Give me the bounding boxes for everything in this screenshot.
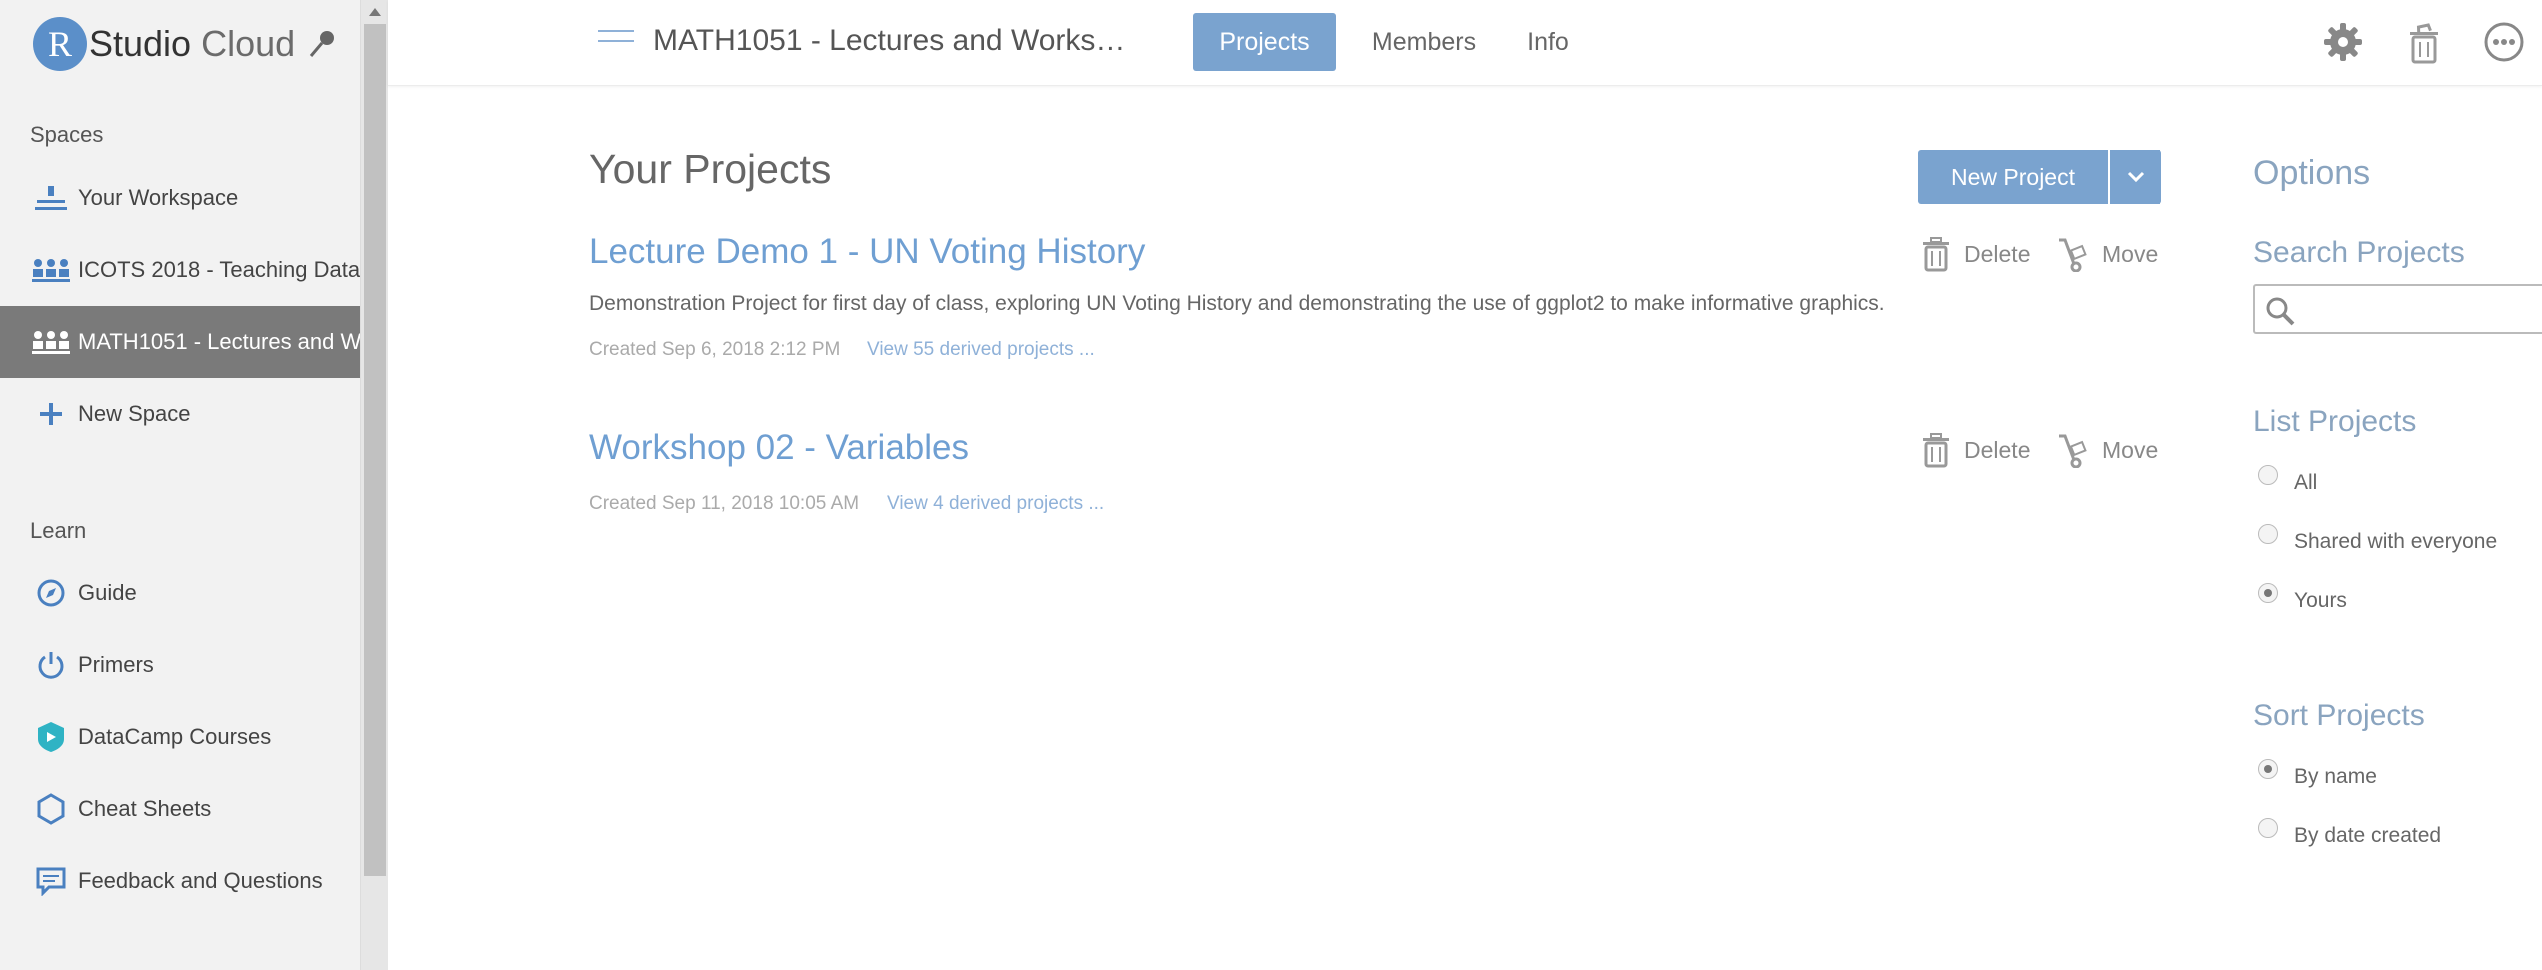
- radio-label: By name: [2294, 765, 2377, 788]
- plus-icon: [31, 394, 71, 434]
- menu-icon[interactable]: [598, 30, 634, 54]
- workspace-icon: [31, 178, 71, 218]
- radio-label: Yours: [2294, 589, 2347, 612]
- sidebar-item-label: Guide: [78, 580, 137, 605]
- tab-info[interactable]: Info: [1512, 13, 1584, 71]
- radio-button[interactable]: [2258, 524, 2278, 544]
- move-project-button[interactable]: Move: [2056, 432, 2158, 468]
- search-icon: [2266, 297, 2295, 326]
- delete-label: Delete: [1964, 436, 2031, 463]
- compass-icon: [31, 573, 71, 613]
- move-project-button[interactable]: Move: [2056, 236, 2158, 272]
- sidebar-item-label: New Space: [78, 401, 191, 426]
- sidebar-item-new-space[interactable]: New Space: [0, 378, 360, 450]
- list-all-radio[interactable]: All: [2258, 465, 2318, 498]
- sidebar-item-primers[interactable]: Primers: [0, 629, 360, 701]
- learn-title: Learn: [30, 518, 87, 543]
- project-title[interactable]: Workshop 02 - Variables: [589, 428, 969, 468]
- sidebar-item-your-workspace[interactable]: Your Workspace: [0, 162, 360, 234]
- people-icon: [31, 322, 71, 362]
- radio-button[interactable]: [2258, 465, 2278, 485]
- power-icon: [31, 645, 71, 685]
- sidebar: R Studio Cloud Spaces Your Workspace ICOT…: [0, 0, 360, 970]
- chevron-down-icon: [2127, 171, 2144, 183]
- r-logo-icon: R: [33, 17, 87, 71]
- sidebar-item-guide[interactable]: Guide: [0, 557, 360, 629]
- trash-icon[interactable]: [2402, 20, 2446, 64]
- pin-icon[interactable]: [305, 26, 341, 62]
- move-label: Move: [2102, 436, 2159, 463]
- trash-icon: [1923, 433, 1949, 468]
- hand-truck-icon: [2059, 238, 2087, 272]
- sidebar-scrollbar[interactable]: [360, 0, 388, 970]
- hand-truck-icon: [2059, 434, 2087, 468]
- move-label: Move: [2102, 240, 2159, 267]
- project-title[interactable]: Lecture Demo 1 - UN Voting History: [589, 232, 1145, 272]
- radio-button[interactable]: [2258, 818, 2278, 838]
- list-projects-title: List Projects: [2253, 405, 2417, 438]
- project-created-date: Created Sep 6, 2018 2:12 PM: [589, 339, 841, 360]
- top-header: MATH1051 - Lectures and Works… Projects …: [388, 0, 2542, 86]
- delete-label: Delete: [1964, 240, 2031, 267]
- sidebar-item-icots-2018[interactable]: ICOTS 2018 - Teaching Data Science: [0, 234, 360, 306]
- gear-icon[interactable]: [2321, 20, 2365, 64]
- radio-button[interactable]: [2258, 759, 2278, 779]
- delete-project-button[interactable]: Delete: [1918, 236, 2030, 272]
- rstudio-cloud-logo[interactable]: R Studio Cloud: [33, 16, 295, 72]
- people-icon: [31, 250, 71, 290]
- sidebar-item-label: Primers: [78, 652, 154, 677]
- radio-button[interactable]: [2258, 583, 2278, 603]
- more-options-icon[interactable]: [2482, 20, 2526, 64]
- derived-projects-link[interactable]: View 55 derived projects ...: [867, 339, 1095, 361]
- sidebar-item-label: MATH1051 - Lectures and Workshops: [78, 329, 360, 354]
- radio-label: Shared with everyone: [2294, 530, 2498, 553]
- spaces-title: Spaces: [30, 122, 104, 147]
- new-project-dropdown-button[interactable]: [2108, 150, 2161, 204]
- search-projects-title: Search Projects: [2253, 236, 2465, 269]
- project-description: Demonstration Project for first day of c…: [589, 292, 1885, 315]
- chat-icon: [31, 861, 71, 901]
- list-shared-radio[interactable]: Shared with everyone: [2258, 524, 2498, 557]
- tab-projects[interactable]: Projects: [1193, 13, 1336, 71]
- sort-by-name-radio[interactable]: By name: [2258, 759, 2377, 792]
- delete-project-button[interactable]: Delete: [1918, 432, 2030, 468]
- sidebar-item-math1051[interactable]: MATH1051 - Lectures and Workshops: [0, 306, 360, 378]
- sort-by-date-radio[interactable]: By date created: [2258, 818, 2442, 851]
- sidebar-item-label: ICOTS 2018 - Teaching Data Science: [78, 257, 360, 282]
- datacamp-icon: [31, 717, 71, 757]
- sidebar-item-cheat-sheets[interactable]: Cheat Sheets: [0, 773, 360, 845]
- scrollbar-thumb[interactable]: [364, 24, 386, 876]
- sort-projects-title: Sort Projects: [2253, 699, 2425, 732]
- options-heading: Options: [2253, 154, 2371, 192]
- radio-label: By date created: [2294, 824, 2442, 847]
- project-created-date: Created Sep 11, 2018 10:05 AM: [589, 493, 860, 514]
- sidebar-item-label: Cheat Sheets: [78, 796, 212, 821]
- search-projects-field[interactable]: [2253, 284, 2542, 334]
- list-yours-radio[interactable]: Yours: [2258, 583, 2347, 616]
- scroll-up-arrow-icon[interactable]: [369, 8, 381, 16]
- new-project-label: New Project: [1951, 163, 2075, 190]
- sidebar-item-label: DataCamp Courses: [78, 724, 272, 749]
- sidebar-item-label: Feedback and Questions: [78, 868, 323, 893]
- page-title: Your Projects: [589, 146, 832, 192]
- sidebar-item-label: Your Workspace: [78, 185, 239, 210]
- derived-projects-link[interactable]: View 4 derived projects ...: [887, 493, 1104, 515]
- sidebar-item-feedback[interactable]: Feedback and Questions: [0, 845, 360, 917]
- search-input[interactable]: [2303, 292, 2542, 326]
- radio-label: All: [2294, 471, 2318, 494]
- hexagon-icon: [31, 789, 71, 829]
- brand-name: Studio: [89, 23, 192, 64]
- trash-icon: [1923, 237, 1949, 272]
- sidebar-item-datacamp-courses[interactable]: DataCamp Courses: [0, 701, 360, 773]
- space-title: MATH1051 - Lectures and Works…: [653, 24, 1126, 57]
- brand-suffix: Cloud: [201, 23, 296, 64]
- tab-members[interactable]: Members: [1360, 13, 1488, 71]
